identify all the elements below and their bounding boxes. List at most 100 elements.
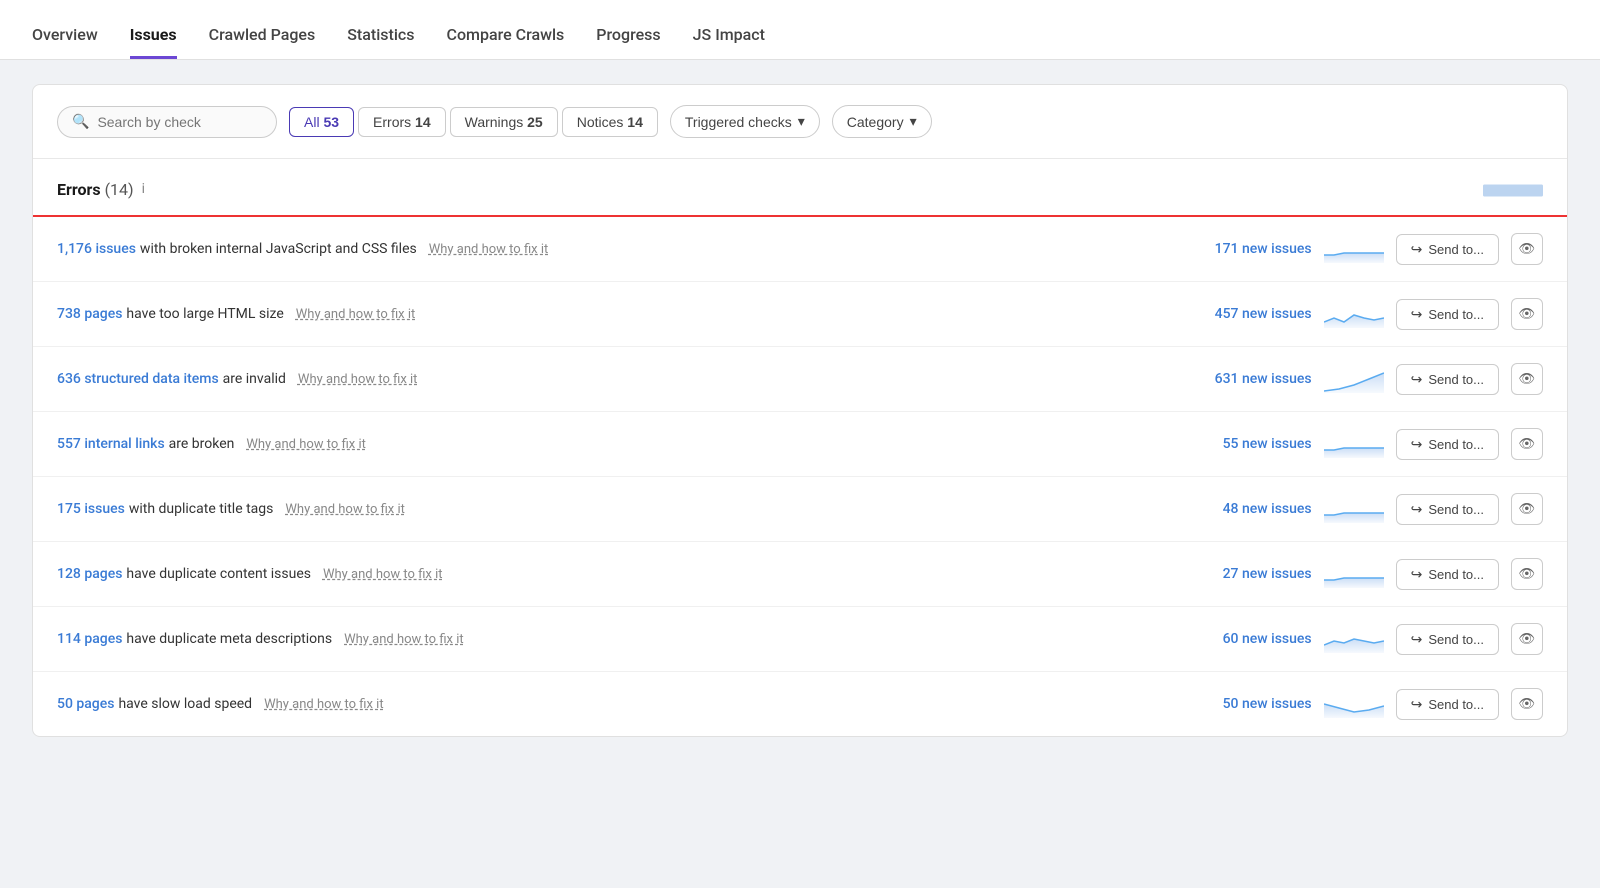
eye-button[interactable]: 👁	[1511, 558, 1543, 590]
issue-link[interactable]: 636 structured data items	[57, 371, 219, 387]
send-label: Send to...	[1428, 307, 1484, 322]
send-label: Send to...	[1428, 632, 1484, 647]
issue-chart	[1324, 430, 1384, 458]
eye-icon: 👁	[1519, 696, 1536, 712]
search-input[interactable]	[97, 114, 262, 130]
fix-link[interactable]: Why and how to fix it	[429, 242, 549, 257]
send-to-button[interactable]: ↪ Send to...	[1396, 624, 1499, 655]
send-to-button[interactable]: ↪ Send to...	[1396, 299, 1499, 330]
issue-link[interactable]: 50 pages	[57, 696, 114, 712]
nav-item-statistics[interactable]: Statistics	[347, 25, 414, 59]
header-chart	[1483, 175, 1543, 203]
navigation-bar: Overview Issues Crawled Pages Statistics…	[0, 0, 1600, 60]
info-icon[interactable]: i	[142, 181, 145, 197]
issue-text: 114 pages have duplicate meta descriptio…	[57, 631, 1180, 647]
issue-chart	[1324, 560, 1384, 588]
filter-bar: 🔍 All 53 Errors 14 Warnings 25 Notices 1…	[33, 85, 1567, 159]
issue-chart	[1324, 365, 1384, 393]
issue-chart	[1324, 495, 1384, 523]
send-to-button[interactable]: ↪ Send to...	[1396, 364, 1499, 395]
eye-button[interactable]: 👁	[1511, 233, 1543, 265]
nav-item-overview[interactable]: Overview	[32, 25, 98, 59]
eye-button[interactable]: 👁	[1511, 428, 1543, 460]
filter-all[interactable]: All 53	[289, 107, 354, 137]
search-box[interactable]: 🔍	[57, 106, 277, 138]
triggered-checks-dropdown[interactable]: Triggered checks ▾	[670, 105, 820, 138]
errors-section-header: Errors (14) i	[33, 159, 1567, 217]
eye-button[interactable]: 👁	[1511, 493, 1543, 525]
issue-description: with broken internal JavaScript and CSS …	[140, 241, 417, 257]
send-to-button[interactable]: ↪ Send to...	[1396, 559, 1499, 590]
issue-description: are broken	[169, 436, 235, 452]
new-issues-count: 55 new issues	[1192, 436, 1312, 452]
send-icon: ↪	[1411, 241, 1423, 258]
new-issues-count: 631 new issues	[1192, 371, 1312, 387]
issue-chart	[1324, 235, 1384, 263]
send-to-button[interactable]: ↪ Send to...	[1396, 689, 1499, 720]
issue-link[interactable]: 1,176 issues	[57, 241, 136, 257]
filter-buttons: All 53 Errors 14 Warnings 25 Notices 14	[289, 107, 658, 137]
new-issues-count: 50 new issues	[1192, 696, 1312, 712]
issue-description: have duplicate content issues	[126, 566, 311, 582]
issue-row: 557 internal links are broken Why and ho…	[33, 412, 1567, 477]
eye-icon: 👁	[1519, 306, 1536, 322]
issue-link[interactable]: 557 internal links	[57, 436, 165, 452]
send-icon: ↪	[1411, 371, 1423, 388]
issue-description: are invalid	[223, 371, 286, 387]
issue-text: 50 pages have slow load speed Why and ho…	[57, 696, 1180, 712]
issue-description: with duplicate title tags	[129, 501, 274, 517]
issue-link[interactable]: 175 issues	[57, 501, 125, 517]
issue-text: 128 pages have duplicate content issues …	[57, 566, 1180, 582]
issue-row: 128 pages have duplicate content issues …	[33, 542, 1567, 607]
eye-icon: 👁	[1519, 371, 1536, 387]
nav-item-progress[interactable]: Progress	[596, 25, 660, 59]
fix-link[interactable]: Why and how to fix it	[298, 372, 418, 387]
section-title: Errors (14)	[57, 180, 134, 199]
nav-item-issues[interactable]: Issues	[130, 25, 177, 59]
new-issues-count: 171 new issues	[1192, 241, 1312, 257]
eye-button[interactable]: 👁	[1511, 298, 1543, 330]
new-issues-count: 60 new issues	[1192, 631, 1312, 647]
issue-row: 50 pages have slow load speed Why and ho…	[33, 672, 1567, 736]
eye-button[interactable]: 👁	[1511, 623, 1543, 655]
fix-link[interactable]: Why and how to fix it	[264, 697, 384, 712]
fix-link[interactable]: Why and how to fix it	[344, 632, 464, 647]
eye-button[interactable]: 👁	[1511, 688, 1543, 720]
filter-warnings[interactable]: Warnings 25	[450, 107, 558, 137]
issue-text: 557 internal links are broken Why and ho…	[57, 436, 1180, 452]
chevron-down-icon: ▾	[910, 113, 917, 130]
issue-description: have duplicate meta descriptions	[126, 631, 332, 647]
fix-link[interactable]: Why and how to fix it	[246, 437, 366, 452]
issue-row: 114 pages have duplicate meta descriptio…	[33, 607, 1567, 672]
eye-icon: 👁	[1519, 631, 1536, 647]
fix-link[interactable]: Why and how to fix it	[285, 502, 405, 517]
issue-link[interactable]: 114 pages	[57, 631, 122, 647]
issue-link[interactable]: 128 pages	[57, 566, 122, 582]
send-icon: ↪	[1411, 566, 1423, 583]
issue-link[interactable]: 738 pages	[57, 306, 122, 322]
issue-chart	[1324, 690, 1384, 718]
filter-errors[interactable]: Errors 14	[358, 107, 446, 137]
send-to-button[interactable]: ↪ Send to...	[1396, 234, 1499, 265]
eye-icon: 👁	[1519, 566, 1536, 582]
send-icon: ↪	[1411, 501, 1423, 518]
fix-link[interactable]: Why and how to fix it	[323, 567, 443, 582]
fix-link[interactable]: Why and how to fix it	[296, 307, 416, 322]
category-dropdown[interactable]: Category ▾	[832, 105, 932, 138]
issue-description: have slow load speed	[118, 696, 252, 712]
nav-item-js-impact[interactable]: JS Impact	[693, 25, 765, 59]
eye-icon: 👁	[1519, 241, 1536, 257]
nav-item-crawled-pages[interactable]: Crawled Pages	[209, 25, 316, 59]
eye-button[interactable]: 👁	[1511, 363, 1543, 395]
send-label: Send to...	[1428, 502, 1484, 517]
issue-text: 175 issues with duplicate title tags Why…	[57, 501, 1180, 517]
send-to-button[interactable]: ↪ Send to...	[1396, 494, 1499, 525]
nav-item-compare-crawls[interactable]: Compare Crawls	[447, 25, 565, 59]
send-label: Send to...	[1428, 697, 1484, 712]
send-to-button[interactable]: ↪ Send to...	[1396, 429, 1499, 460]
filter-notices[interactable]: Notices 14	[562, 107, 658, 137]
issue-text: 738 pages have too large HTML size Why a…	[57, 306, 1180, 322]
issue-chart	[1324, 625, 1384, 653]
new-issues-count: 48 new issues	[1192, 501, 1312, 517]
new-issues-count: 457 new issues	[1192, 306, 1312, 322]
